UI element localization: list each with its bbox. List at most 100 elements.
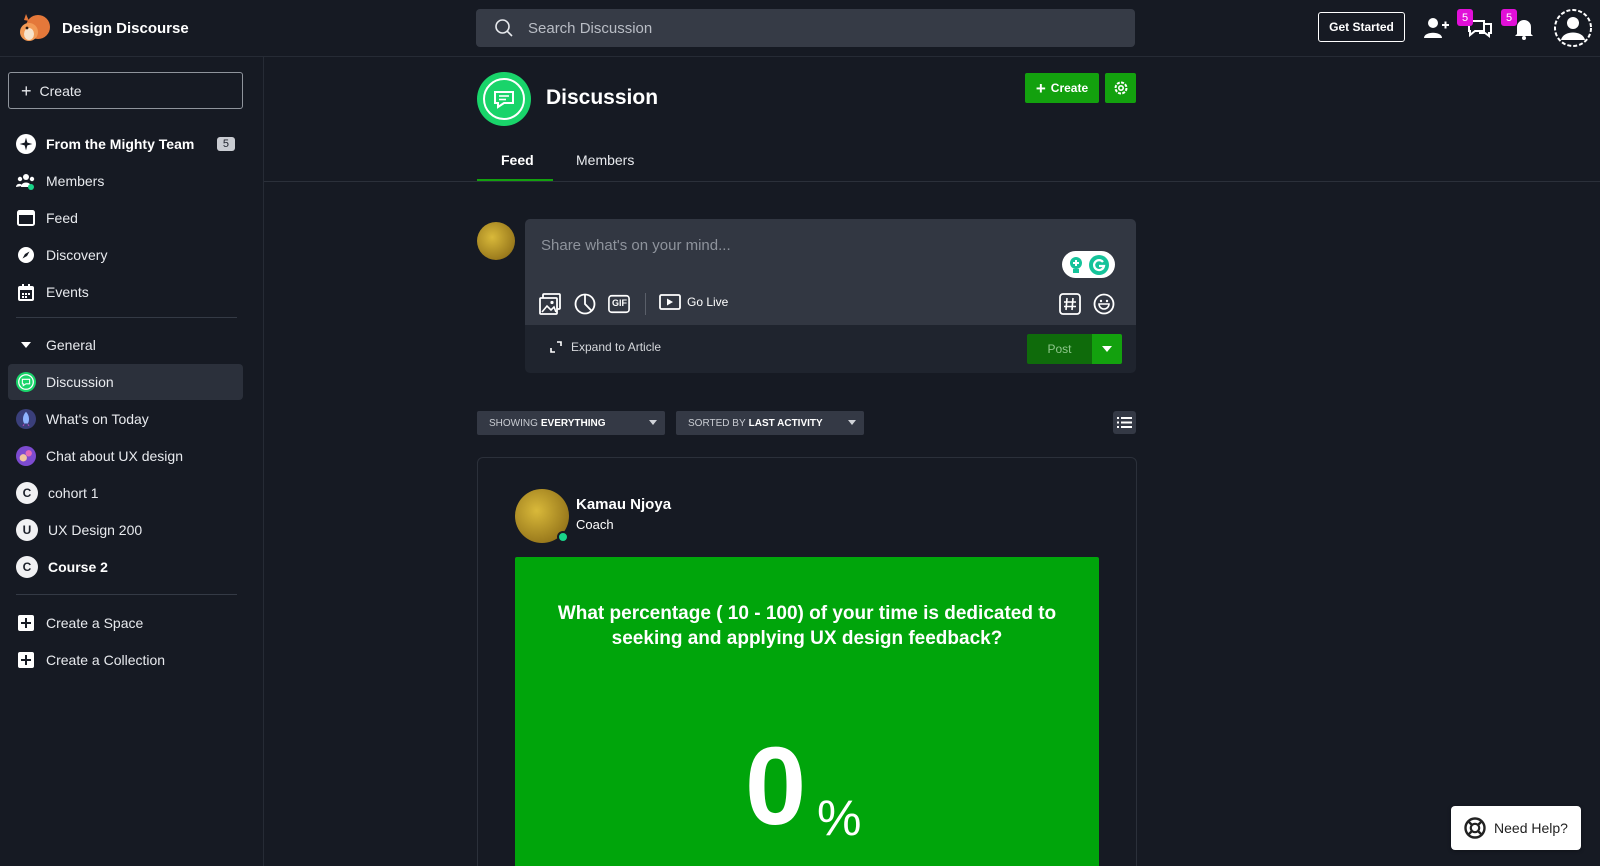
search-input[interactable] <box>528 19 1088 37</box>
space-letter-avatar: C <box>16 482 38 504</box>
composer-footer: Expand to Article Post <box>525 325 1136 373</box>
sorted-prefix: SORTED BY <box>688 417 746 429</box>
add-emoji-button[interactable] <box>1093 293 1115 315</box>
plus-square-icon <box>16 613 36 633</box>
sidebar-divider <box>16 594 237 595</box>
poll-question: What percentage ( 10 - 100) of your time… <box>557 603 1057 649</box>
rocket-icon <box>16 409 36 429</box>
sidebar-item-label: Events <box>46 284 89 300</box>
chats-button[interactable]: 5 <box>1457 9 1495 43</box>
expand-label: Expand to Article <box>571 340 662 354</box>
post-card: Kamau Njoya Coach What percentage ( 10 -… <box>477 457 1137 866</box>
sidebar-item-feed[interactable]: Feed <box>8 200 243 236</box>
header-create-button[interactable]: + Create <box>1025 73 1099 103</box>
sidebar-item-chat-about-ux[interactable]: Chat about UX design <box>8 438 243 474</box>
sidebar-item-members[interactable]: Members <box>8 163 243 199</box>
add-poll-button[interactable] <box>574 293 596 315</box>
create-collection-button[interactable]: Create a Collection <box>8 642 243 678</box>
poll-value: 0 <box>745 725 807 848</box>
create-collection-label: Create a Collection <box>46 652 166 668</box>
space-settings-button[interactable] <box>1105 73 1136 103</box>
need-help-button[interactable]: Need Help? <box>1451 806 1581 850</box>
sidebar-item-label: Discovery <box>46 247 108 263</box>
current-user-avatar <box>477 222 515 260</box>
plus-square-icon <box>16 650 36 670</box>
tab-members[interactable]: Members <box>576 152 634 168</box>
sidebar-item-label: Feed <box>46 210 78 226</box>
space-letter-avatar: U <box>16 519 38 541</box>
sidebar-item-ux-design-200[interactable]: U UX Design 200 <box>8 512 243 548</box>
showing-filter-dropdown[interactable]: SHOWING EVERYTHING <box>477 411 665 435</box>
add-gif-button[interactable]: GIF <box>608 293 630 315</box>
sort-dropdown[interactable]: SORTED BY LAST ACTIVITY <box>676 411 864 435</box>
showing-prefix: SHOWING <box>489 417 538 429</box>
need-help-label: Need Help? <box>1494 820 1568 836</box>
sidebar-item-discovery[interactable]: Discovery <box>8 237 243 273</box>
create-space-button[interactable]: Create a Space <box>8 605 243 641</box>
expand-to-article-button[interactable]: Expand to Article <box>550 340 661 354</box>
chat-space-icon <box>16 446 36 466</box>
go-live-button[interactable]: Go Live <box>659 293 728 311</box>
caret-down-icon <box>649 420 657 425</box>
lightbulb-icon <box>1069 256 1082 273</box>
page-title: Discussion <box>546 86 659 109</box>
profile-avatar-icon[interactable] <box>1553 8 1593 48</box>
sidebar: + Create From the Mighty Team 5 Members … <box>0 57 264 866</box>
add-user-icon <box>1424 18 1449 38</box>
plus-icon: + <box>1035 78 1046 98</box>
space-letter-avatar: C <box>16 556 38 578</box>
add-image-button[interactable] <box>539 293 561 315</box>
sidebar-item-label: Chat about UX design <box>46 448 183 464</box>
showing-value: EVERYTHING <box>540 417 606 429</box>
brand-name: Design Discourse <box>62 19 189 37</box>
tab-feed[interactable]: Feed <box>501 152 534 168</box>
plus-icon: + <box>21 80 32 101</box>
author-name[interactable]: Kamau Njoya <box>576 496 671 513</box>
search-icon <box>495 19 513 37</box>
poll-card[interactable]: What percentage ( 10 - 100) of your time… <box>515 557 1099 866</box>
sidebar-item-events[interactable]: Events <box>8 274 243 310</box>
composer-input[interactable] <box>541 237 1021 259</box>
add-hashtag-button[interactable] <box>1059 293 1081 315</box>
online-status-indicator <box>557 531 569 543</box>
sidebar-item-whats-on-today[interactable]: What's on Today <box>8 401 243 437</box>
squirrel-logo-icon <box>20 14 50 41</box>
sidebar-item-cohort-1[interactable]: C cohort 1 <box>8 475 243 511</box>
header-create-label: Create <box>1050 81 1089 95</box>
sparkle-icon <box>16 134 36 154</box>
top-bar: Design Discourse Get Started 5 5 <box>0 0 1600 57</box>
gif-label: GIF <box>612 298 627 308</box>
grammarly-widget[interactable] <box>1062 251 1115 278</box>
add-member-button[interactable] <box>1421 13 1451 43</box>
sidebar-item-label: Course 2 <box>48 559 108 575</box>
pie-chart-icon <box>574 293 596 315</box>
tabs-divider <box>264 181 1600 182</box>
sidebar-item-discussion[interactable]: Discussion <box>8 364 243 400</box>
post-options-button[interactable] <box>1092 334 1122 364</box>
list-view-button[interactable] <box>1113 411 1136 434</box>
lifebuoy-icon <box>1464 817 1486 839</box>
sidebar-item-label: UX Design 200 <box>48 522 143 538</box>
sidebar-create-button[interactable]: + Create <box>8 72 243 109</box>
go-live-label: Go Live <box>687 295 729 309</box>
collection-label: General <box>46 337 96 353</box>
sidebar-item-label: From the Mighty Team <box>46 136 195 152</box>
search-bar[interactable] <box>476 9 1135 47</box>
discussion-space-logo-icon <box>477 72 531 126</box>
emoji-icon <box>1093 293 1115 315</box>
sidebar-item-label: What's on Today <box>46 411 149 427</box>
grammarly-icon <box>1089 254 1110 275</box>
chats-badge: 5 <box>1457 9 1473 26</box>
sidebar-create-label: Create <box>39 82 82 99</box>
post-button[interactable]: Post <box>1027 334 1092 364</box>
caret-down-icon <box>16 335 36 355</box>
video-camera-icon <box>659 294 681 310</box>
get-started-button[interactable]: Get Started <box>1318 12 1405 42</box>
brand[interactable]: Design Discourse <box>16 10 189 46</box>
collection-general-toggle[interactable]: General <box>8 327 243 363</box>
sidebar-item-course-2[interactable]: C Course 2 <box>8 549 243 585</box>
image-icon <box>539 293 561 315</box>
hashtag-icon <box>1059 293 1081 315</box>
notifications-button[interactable]: 5 <box>1501 9 1539 43</box>
sidebar-item-mighty-team[interactable]: From the Mighty Team 5 <box>8 126 243 162</box>
